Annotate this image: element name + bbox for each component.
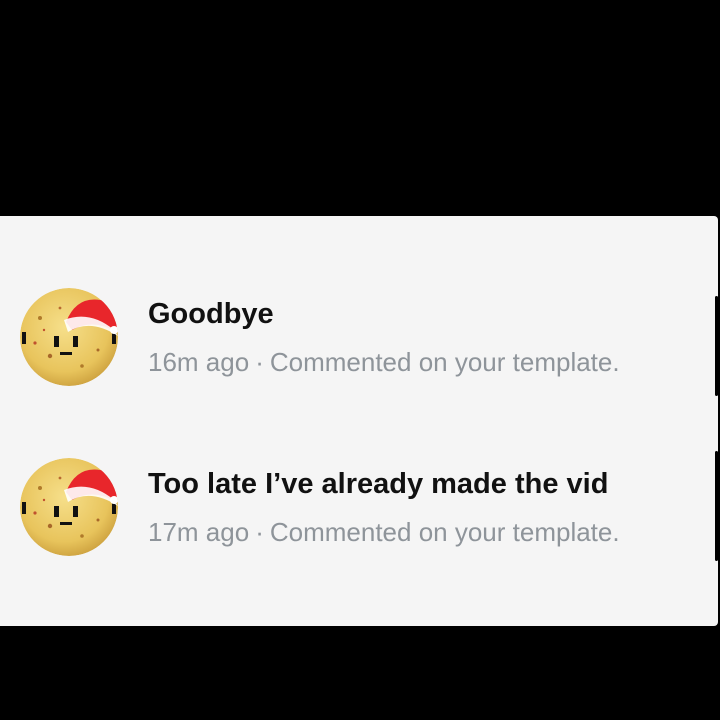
- screen: Goodbye 16m ago · Commented on your templa…: [0, 0, 720, 720]
- notification-meta: 17m ago · Commented on your template.: [148, 516, 620, 548]
- notification-meta: 16m ago · Commented on your template.: [148, 346, 620, 378]
- notification-action: Commented on your template.: [269, 347, 620, 377]
- scroll-indicator: [715, 296, 718, 396]
- notification-action: Commented on your template.: [269, 517, 620, 547]
- notification-message: Too late I’ve already made the vid: [148, 468, 609, 500]
- potato-santa-hat-avatar-icon[interactable]: [20, 458, 118, 556]
- potato-santa-hat-avatar-icon[interactable]: [20, 288, 118, 386]
- separator-dot: ·: [255, 347, 264, 377]
- separator-dot: ·: [255, 517, 264, 547]
- scroll-indicator: [715, 451, 718, 561]
- notification-message: Goodbye: [148, 298, 274, 330]
- notification-item[interactable]: Goodbye 16m ago · Commented on your templa…: [20, 287, 700, 387]
- notification-item[interactable]: Too late I’ve already made the vid 17m a…: [20, 457, 700, 557]
- notification-text: Goodbye 16m ago · Commented on your templa…: [148, 296, 620, 378]
- notification-text: Too late I’ve already made the vid 17m a…: [148, 466, 620, 548]
- notifications-panel: Goodbye 16m ago · Commented on your templa…: [0, 216, 718, 626]
- notification-time: 16m ago: [148, 347, 250, 377]
- notification-time: 17m ago: [148, 517, 250, 547]
